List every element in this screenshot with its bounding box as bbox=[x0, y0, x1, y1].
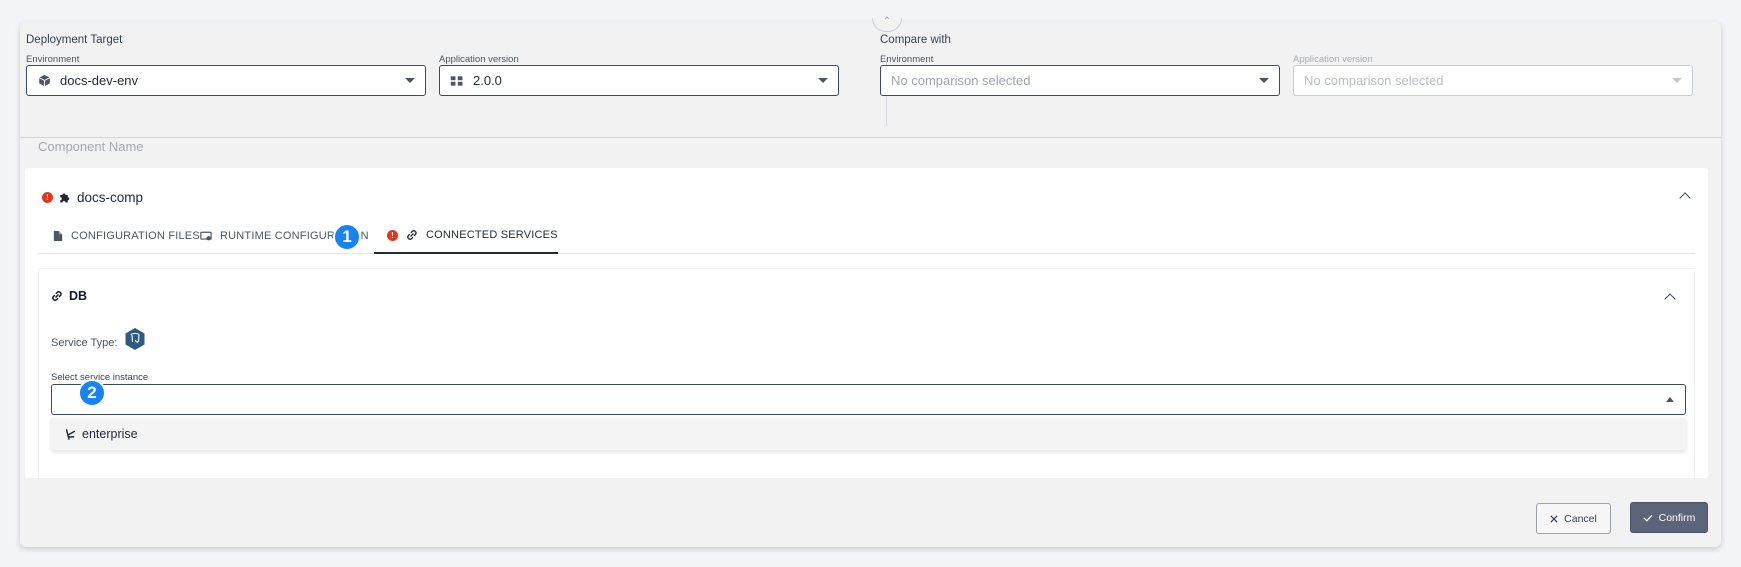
link-icon bbox=[406, 229, 418, 241]
component-name: docs-comp bbox=[77, 190, 144, 205]
compare-environment-label: Environment bbox=[880, 54, 934, 65]
confirm-label: Confirm bbox=[1658, 511, 1696, 524]
component-card: ! docs-comp CONFIGURATION FILES RUNTIME … bbox=[25, 168, 1708, 478]
deployment-target-title: Deployment Target bbox=[26, 34, 123, 46]
header-divider bbox=[20, 137, 1721, 138]
app-version-value: 2.0.0 bbox=[473, 73, 502, 88]
tab-label: CONNECTED SERVICES bbox=[426, 229, 558, 241]
compare-environment-placeholder: No comparison selected bbox=[891, 73, 1031, 88]
error-icon: ! bbox=[42, 192, 53, 203]
compare-app-version-label: Application version bbox=[1293, 54, 1373, 65]
component-title[interactable]: ! docs-comp bbox=[42, 190, 143, 205]
service-instance-option[interactable]: enterprise bbox=[51, 418, 1686, 450]
check-icon bbox=[1643, 514, 1653, 522]
environment-value: docs-dev-env bbox=[60, 73, 139, 88]
cancel-label: Cancel bbox=[1564, 512, 1597, 525]
chevron-down-icon bbox=[818, 78, 828, 83]
compare-environment-select[interactable]: No comparison selected bbox=[880, 65, 1280, 96]
chevron-up-icon bbox=[1666, 397, 1674, 402]
confirm-button[interactable]: Confirm bbox=[1630, 502, 1708, 533]
deploy-dialog: ⌃ Deployment Target Environment docs-dev… bbox=[20, 17, 1721, 547]
environment-label: Environment bbox=[26, 54, 80, 65]
annotation-badge-1: 1 bbox=[333, 223, 361, 251]
error-icon: ! bbox=[387, 229, 398, 241]
component-tabs: CONFIGURATION FILES RUNTIME CONFIGURATIO… bbox=[38, 218, 1695, 254]
chevron-up-icon: ⌃ bbox=[882, 16, 892, 27]
link-icon bbox=[51, 290, 63, 302]
collapse-handle[interactable]: ⌃ bbox=[872, 16, 902, 32]
service-instance-select[interactable] bbox=[51, 384, 1686, 415]
cancel-button[interactable]: Cancel bbox=[1536, 503, 1611, 534]
compare-with-title: Compare with bbox=[880, 34, 951, 46]
file-icon bbox=[53, 230, 63, 242]
tab-label: CONFIGURATION FILES bbox=[71, 230, 200, 242]
annotation-badge-2: 2 bbox=[78, 379, 106, 407]
service-title[interactable]: DB bbox=[51, 289, 87, 303]
service-name: DB bbox=[69, 289, 88, 303]
environment-select[interactable]: docs-dev-env bbox=[26, 65, 426, 96]
component-name-header: Component Name bbox=[38, 139, 144, 154]
collapse-chevron-icon[interactable] bbox=[1664, 293, 1676, 305]
tab-connected-services[interactable]: ! CONNECTED SERVICES bbox=[374, 218, 558, 254]
cubes-icon bbox=[450, 74, 464, 88]
service-card: DB Service Type: Select service instance… bbox=[38, 268, 1695, 478]
close-icon bbox=[1550, 514, 1558, 523]
compare-app-version-placeholder: No comparison selected bbox=[1304, 73, 1444, 88]
chevron-down-icon bbox=[405, 78, 415, 83]
tab-configuration-files[interactable]: CONFIGURATION FILES bbox=[51, 218, 202, 254]
collapse-chevron-icon[interactable] bbox=[1679, 192, 1691, 204]
postgres-icon bbox=[125, 328, 145, 350]
service-type-label: Service Type: bbox=[51, 337, 118, 349]
compare-app-version-select[interactable]: No comparison selected bbox=[1293, 65, 1693, 96]
runtime-icon bbox=[200, 231, 212, 242]
app-version-label: Application version bbox=[439, 54, 519, 65]
option-label: enterprise bbox=[82, 427, 138, 441]
chevron-down-icon bbox=[1672, 78, 1682, 83]
puzzle-icon bbox=[58, 192, 70, 204]
cube-icon bbox=[37, 74, 51, 88]
enterprise-icon bbox=[65, 428, 76, 440]
app-version-select[interactable]: 2.0.0 bbox=[439, 65, 839, 96]
chevron-down-icon bbox=[1259, 78, 1269, 83]
